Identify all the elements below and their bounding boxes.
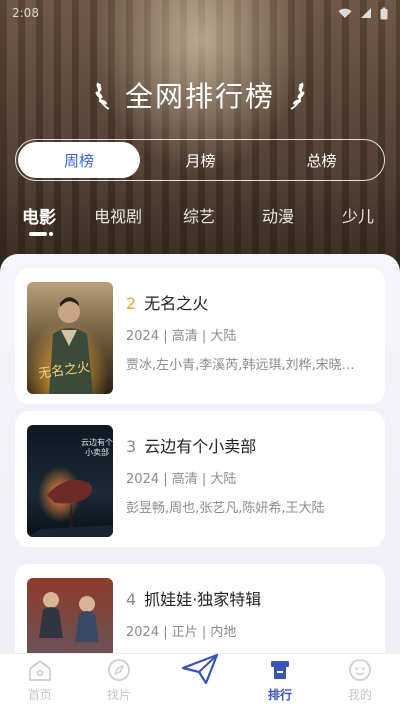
tab-weekly[interactable]: 周榜 [18,142,140,178]
status-bar: 2:08 [0,0,400,26]
home-icon [29,660,51,681]
nav-profile[interactable]: 我的 [330,654,390,709]
nav-label: 排行 [267,688,292,702]
page-title-area: 全网排行榜 [0,70,400,120]
movie-meta: 2024 | 正片 | 内地 [126,625,237,640]
category-tab-kids[interactable]: 少儿 [342,203,374,227]
laurel-left-icon [95,82,110,110]
status-time: 2:08 [12,6,39,20]
nav-discover[interactable]: 找片 [89,654,149,709]
paper-plane-icon [181,653,219,685]
laurel-right-icon [290,82,305,110]
nav-send-button[interactable] [176,648,224,690]
profile-icon [349,659,371,681]
svg-text:小卖部: 小卖部 [85,447,109,457]
rank-card[interactable]: 无名之火 2 无名之火 2024 | 高清 | 大陆 贾冰,左小青,李溪芮,韩远… [15,268,385,404]
movie-title: 抓娃娃·独家特辑 [144,590,262,609]
tab-all-time[interactable]: 总榜 [261,142,382,178]
category-tabs: 电影 电视剧 综艺 动漫 少儿 [0,203,400,243]
category-tab-tv-series[interactable]: 电视剧 [94,203,142,227]
movie-meta: 2024 | 高清 | 大陆 [126,329,237,344]
rank-number: 3 [126,437,137,456]
nav-label: 我的 [347,688,372,702]
category-tab-variety[interactable]: 综艺 [183,203,215,227]
nav-label: 首页 [27,688,52,702]
movie-cast: 彭昱畅,周也,张艺凡,陈妍希,王大陆 [126,501,325,516]
signal-icon [361,8,371,18]
movie-poster: 云边有个 小卖部 [27,425,113,537]
movie-meta: 2024 | 高清 | 大陆 [126,472,237,487]
tab-monthly[interactable]: 月榜 [140,142,261,178]
battery-icon [380,7,388,19]
movie-cast: 贾冰,左小青,李溪芮,韩远琪,刘桦,宋晓… [126,358,355,373]
compass-icon [108,659,130,681]
nav-label: 找片 [106,688,131,702]
page-title: 全网排行榜 [124,80,275,113]
movie-title: 无名之火 [144,294,209,313]
wifi-icon [338,8,352,18]
rank-card[interactable]: 云边有个 小卖部 3 云边有个小卖部 2024 | 高清 | 大陆 彭昱畅,周也… [15,411,385,547]
svg-text:云边有个: 云边有个 [81,437,113,447]
category-tab-anime[interactable]: 动漫 [262,203,294,227]
nav-ranking[interactable]: 排行 [250,654,310,709]
category-tab-movie[interactable]: 电影 [22,203,56,228]
period-switch: 周榜 月榜 总榜 [15,139,385,181]
movie-title: 云边有个小卖部 [144,437,257,456]
rank-number: 4 [126,590,137,609]
movie-poster: 无名之火 [27,282,113,394]
ranking-icon [271,661,289,679]
rank-number: 2 [126,294,137,313]
nav-home[interactable]: 首页 [10,654,70,709]
active-tab-indicator [29,232,53,236]
